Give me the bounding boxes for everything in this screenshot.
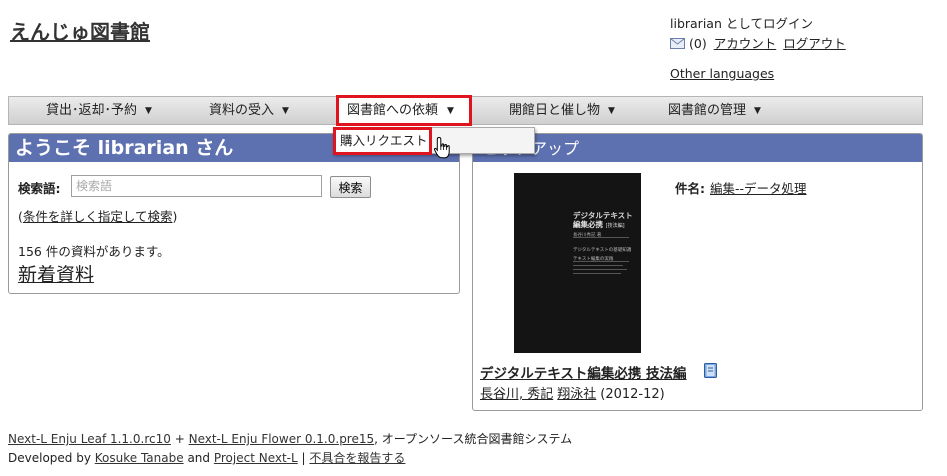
search-input[interactable] [71, 175, 322, 197]
cover-edition: [技法編] [605, 223, 625, 229]
cover-title-2-row: 編集必携 [技法編] [573, 220, 633, 231]
publication-year: (2012-12) [600, 387, 665, 402]
advanced-search-link[interactable]: 条件を詳しく指定して検索 [23, 209, 173, 224]
developed-by-text: Developed by [8, 451, 91, 465]
enju-flower-link[interactable]: Next-L Enju Flower 0.1.0.pre15 [189, 432, 375, 446]
project-link[interactable]: Project Next-L [214, 451, 298, 465]
cover-rule [573, 261, 629, 262]
mail-icon[interactable] [670, 38, 685, 49]
cover-title-2: 編集必携 [573, 220, 603, 229]
plus-sign: + [174, 432, 185, 446]
subject-link[interactable]: 編集--データ処理 [710, 178, 807, 197]
account-line: (0) アカウント ログアウト [670, 33, 846, 52]
footer-credits-line: Developed by Kosuke Tanabe and Project N… [8, 449, 405, 466]
cover-subtitle-1: デジタルテキストの基礎知識 [573, 248, 632, 253]
cover-title-1: デジタルテキスト [573, 211, 633, 220]
advanced-search-line: (条件を詳しく指定して検索) [18, 206, 177, 225]
cover-rule [573, 269, 627, 270]
book-icon [704, 363, 717, 378]
nav-item-circulation[interactable]: 貸出･返却･予約 ▼ [46, 97, 152, 124]
cover-rule [573, 265, 623, 266]
chevron-down-icon: ▼ [145, 106, 152, 116]
login-status: librarian としてログイン [670, 16, 813, 31]
nav-item-label: 資料の受入 [209, 103, 275, 118]
chevron-down-icon: ▼ [447, 106, 454, 116]
nav-item-management[interactable]: 図書館の管理 ▼ [668, 97, 761, 124]
nav-item-label: 図書館への依頼 [347, 103, 439, 118]
account-link[interactable]: アカウント [714, 36, 777, 51]
subject-label: 件名: [675, 181, 705, 196]
search-button[interactable]: 検索 [330, 176, 371, 198]
nav-item-requests[interactable]: 図書館への依頼 ▼ [336, 95, 472, 126]
chevron-down-icon: ▼ [608, 106, 615, 116]
footer-system-line: Next-L Enju Leaf 1.1.0.rc10 + Next-L Enj… [8, 430, 572, 447]
author-link[interactable]: 長谷川, 秀記 [480, 387, 553, 402]
developer-link[interactable]: Kosuke Tanabe [95, 451, 184, 465]
system-description: , オープンソース統合図書館システム [374, 432, 573, 446]
separator: | [301, 451, 306, 465]
paren-close: ) [172, 209, 178, 224]
other-languages-link[interactable]: Other languages [670, 66, 774, 81]
hand-pointer-icon [433, 136, 450, 159]
nav-item-events[interactable]: 開館日と催し物 ▼ [509, 97, 615, 124]
publisher-link[interactable]: 翔泳社 [557, 387, 596, 402]
cover-rule [573, 273, 621, 274]
book-cover-image[interactable]: デジタルテキスト 編集必携 [技法編] 長谷川秀記 著 デジタルテキストの基礎知… [514, 173, 641, 353]
pickup-title: ピックアップ [473, 134, 922, 162]
nav-item-label: 図書館の管理 [668, 103, 747, 118]
bug-report-link[interactable]: 不具合を報告する [309, 451, 405, 465]
cover-subtitle-2: テキスト編集の実践 [573, 257, 614, 262]
nav-item-label: 開館日と催し物 [509, 103, 601, 118]
new-materials-link[interactable]: 新着資料 [18, 260, 94, 287]
chevron-down-icon: ▼ [282, 106, 289, 116]
enju-leaf-link[interactable]: Next-L Enju Leaf 1.1.0.rc10 [8, 432, 171, 446]
search-label: 検索語: [18, 181, 61, 196]
nav-item-acquisition[interactable]: 資料の受入 ▼ [209, 97, 289, 124]
nav-item-label: 貸出･返却･予約 [46, 103, 138, 118]
resource-count: 156 件の資料があります。 [18, 244, 170, 259]
book-meta: 長谷川, 秀記 翔泳社 (2012-12) [480, 383, 665, 402]
dropdown-item-purchase-request[interactable]: 購入リクエスト [333, 127, 432, 155]
site-title[interactable]: えんじゅ図書館 [10, 16, 150, 45]
and-text: and [187, 451, 211, 465]
book-title-link[interactable]: デジタルテキスト編集必携 技法編 [480, 362, 687, 382]
cover-rule [573, 237, 629, 238]
message-count: (0) [689, 36, 707, 51]
logout-link[interactable]: ログアウト [783, 36, 846, 51]
chevron-down-icon: ▼ [754, 106, 761, 116]
cover-author: 長谷川秀記 著 [573, 233, 602, 238]
